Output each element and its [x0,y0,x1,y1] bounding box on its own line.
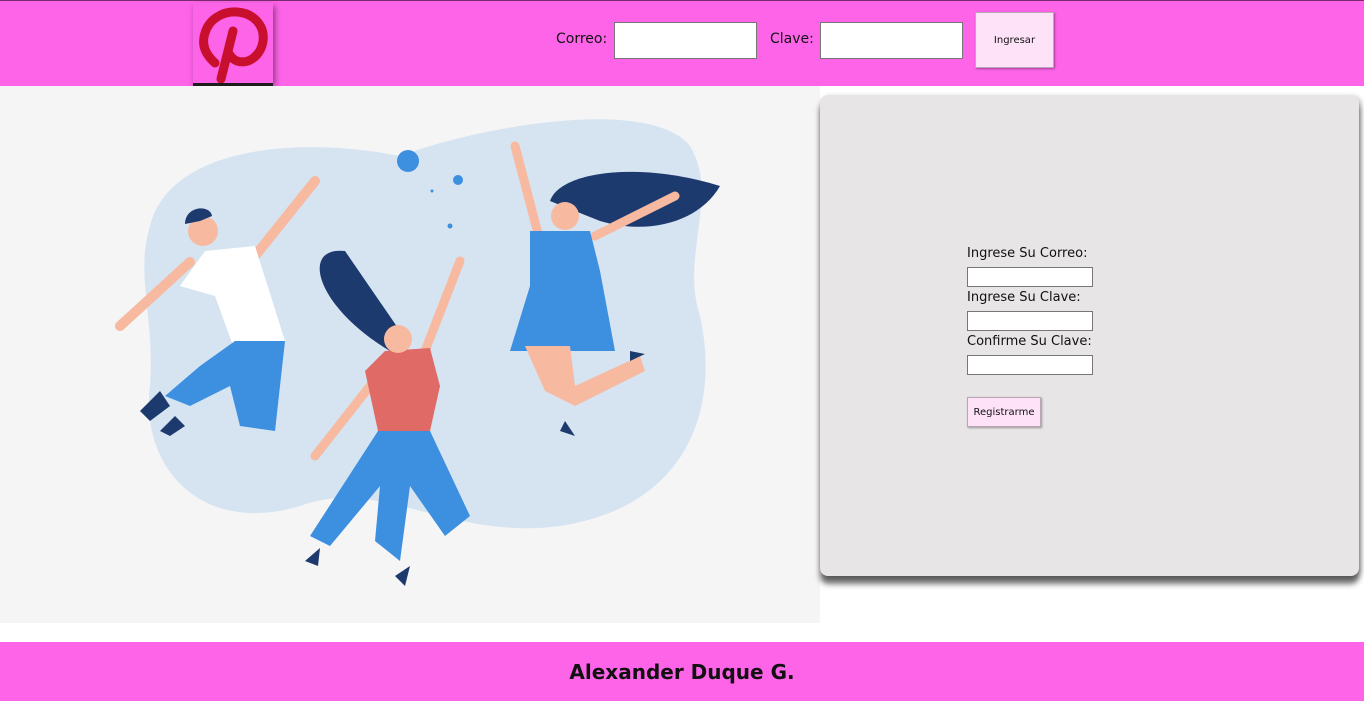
pinterest-logo-icon[interactable] [193,3,273,83]
register-password-input[interactable] [967,311,1093,331]
password-label: Clave: [770,31,814,47]
email-input[interactable] [614,22,757,59]
password-input[interactable] [820,22,963,59]
register-confirm-label: Confirme Su Clave: [967,334,1092,349]
login-button[interactable]: Ingresar [975,12,1054,68]
footer-bar: Alexander Duque G. [0,642,1364,701]
register-password-label: Ingrese Su Clave: [967,290,1081,305]
register-button[interactable]: Registrarme [967,397,1041,427]
register-email-label: Ingrese Su Correo: [967,246,1088,261]
register-confirm-input[interactable] [967,355,1093,375]
email-label: Correo: [556,31,608,47]
register-email-input[interactable] [967,267,1093,287]
hero-illustration [0,86,820,623]
author-name: Alexander Duque G. [569,659,795,684]
top-bar: Correo: Clave: Ingresar [0,0,1364,86]
register-panel: Ingrese Su Correo: Ingrese Su Clave: Con… [820,95,1359,576]
